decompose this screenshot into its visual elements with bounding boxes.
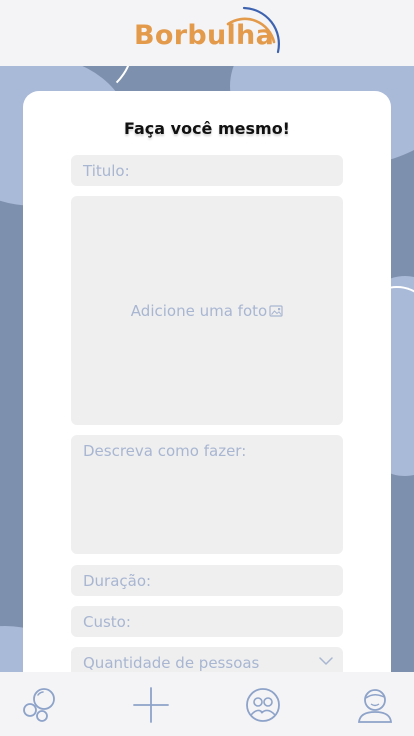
descricao-textarea[interactable]: Descreva como fazer: bbox=[71, 435, 343, 554]
form-title: Faça você mesmo! bbox=[124, 119, 290, 138]
titulo-input[interactable]: Titulo: bbox=[71, 155, 343, 186]
nav-community-button[interactable] bbox=[244, 686, 282, 724]
descricao-placeholder: Descreva como fazer: bbox=[83, 442, 247, 460]
photo-upload-label: Adicione uma foto bbox=[71, 302, 343, 320]
photo-upload-area[interactable]: Adicione uma foto bbox=[71, 196, 343, 425]
app-header: Borbulha bbox=[0, 0, 414, 66]
duracao-placeholder: Duração: bbox=[83, 572, 152, 590]
plus-icon bbox=[133, 687, 169, 723]
image-icon bbox=[269, 304, 283, 317]
titulo-placeholder: Titulo: bbox=[83, 162, 130, 180]
custo-placeholder: Custo: bbox=[83, 613, 131, 631]
logo-bubble-arcs-icon bbox=[226, 6, 280, 54]
photo-upload-text: Adicione uma foto bbox=[130, 302, 268, 320]
profile-icon bbox=[358, 689, 392, 723]
custo-input[interactable]: Custo: bbox=[71, 606, 343, 637]
group-icon bbox=[246, 688, 280, 722]
quantidade-placeholder: Quantidade de pessoas bbox=[83, 654, 260, 672]
bubbles-icon bbox=[23, 688, 55, 722]
duracao-input[interactable]: Duração: bbox=[71, 565, 343, 596]
diy-form-card: Faça você mesmo! Titulo: Adicione uma fo… bbox=[23, 91, 391, 711]
chevron-down-icon bbox=[319, 657, 333, 665]
bottom-nav bbox=[0, 672, 414, 736]
nav-profile-button[interactable] bbox=[356, 686, 394, 724]
nav-bubbles-button[interactable] bbox=[21, 686, 59, 724]
nav-add-button[interactable] bbox=[132, 686, 170, 724]
